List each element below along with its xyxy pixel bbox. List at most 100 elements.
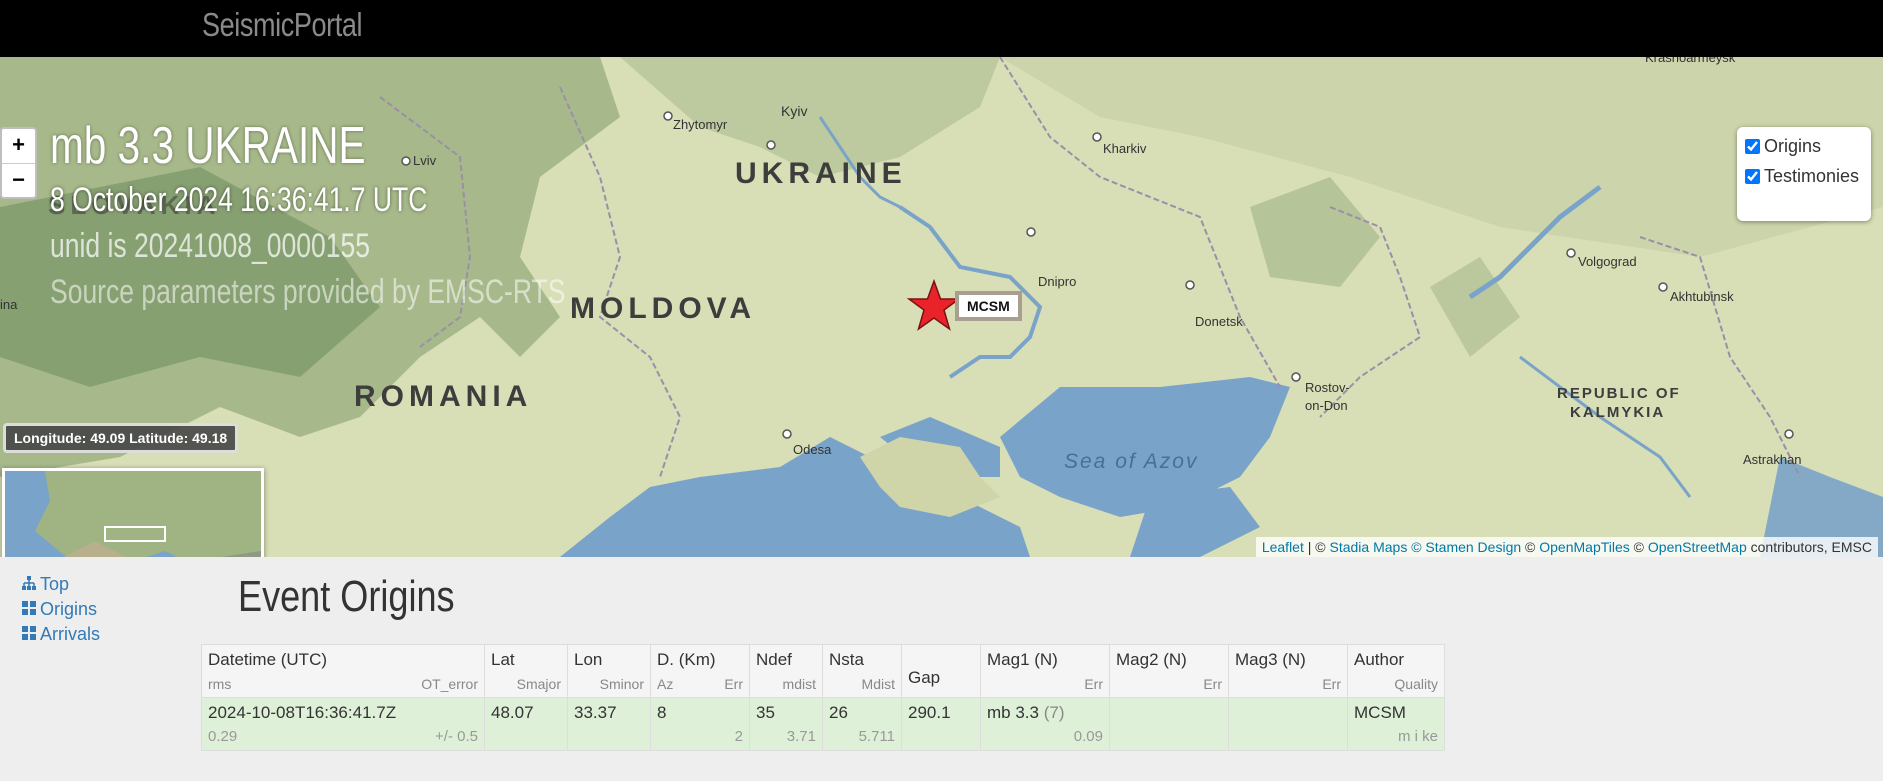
brand-link[interactable]: SeismicPortal xyxy=(202,6,363,44)
map-label-kyiv: Kyiv xyxy=(781,103,808,119)
cell-lat: 48.07 xyxy=(484,697,568,751)
openstreetmap-link[interactable]: OpenStreetMap xyxy=(1648,539,1747,555)
header-mag1-err: Err xyxy=(1084,676,1103,692)
cell-ndef: 35 3.71 xyxy=(749,697,823,751)
cell-mag1: mb 3.3 (7) 0.09 xyxy=(980,697,1110,751)
mouse-coordinates: Longitude: 49.09 Latitude: 49.18 xyxy=(3,423,239,453)
value-gap: 290.1 xyxy=(908,703,951,722)
map-label-odesa: Odesa xyxy=(793,442,832,457)
section-title: Event Origins xyxy=(238,572,455,621)
col-lon: Lon Sminor xyxy=(567,644,651,698)
header-mag1: Mag1 (N) xyxy=(987,650,1058,669)
grid-icon xyxy=(22,626,36,640)
origins-label: Origins xyxy=(1764,136,1822,156)
header-lon: Lon xyxy=(574,650,603,669)
side-navigation: Top Origins Arrivals xyxy=(21,572,100,647)
header-mdist-max: Mdist xyxy=(861,676,895,692)
event-header: mb 3.3 UKRAINE 8 October 2024 16:36:41.7… xyxy=(50,115,565,315)
value-mdist-max: 5.711 xyxy=(858,728,895,745)
epicenter-agency-label: MCSM xyxy=(955,291,1022,321)
sitemap-icon xyxy=(22,576,36,590)
cell-gap: 290.1 xyxy=(901,697,981,751)
value-depth: 8 xyxy=(657,703,667,722)
value-mag1: mb 3.3 xyxy=(987,703,1039,722)
map-label-krasnoarmeysk: Krasnoarmeysk xyxy=(1645,57,1736,65)
map-label-zhytomyr: Zhytomyr xyxy=(673,117,728,132)
nav-origins[interactable]: Origins xyxy=(21,597,100,622)
layer-control: Origins Testimonies xyxy=(1737,127,1871,221)
table-row[interactable]: 2024-10-08T16:36:41.7Z 0.29 +/- 0.5 48.07 … xyxy=(201,697,1445,751)
map-label-ina: ina xyxy=(0,297,18,312)
event-title: mb 3.3 UKRAINE xyxy=(50,117,366,175)
header-mag2-err: Err xyxy=(1203,676,1222,692)
value-mdist: 3.71 xyxy=(786,728,816,745)
origins-checkbox[interactable] xyxy=(1745,139,1760,154)
cell-nsta: 26 5.711 xyxy=(822,697,902,751)
col-nsta: Nsta Mdist xyxy=(822,644,902,698)
attrib-sep: © xyxy=(1629,539,1648,555)
leaflet-link[interactable]: Leaflet xyxy=(1262,539,1304,555)
header-mag3-err: Err xyxy=(1322,676,1341,692)
attrib-sep: | © xyxy=(1303,539,1330,555)
header-sub: Az Err xyxy=(657,674,743,697)
epicenter-star-icon[interactable] xyxy=(906,279,962,335)
value-depth-err: 2 xyxy=(734,728,743,745)
minimap-tiles xyxy=(5,471,261,557)
header-ot-error: OT_error xyxy=(421,676,478,692)
event-datetime: 8 October 2024 16:36:41.7 UTC xyxy=(50,181,428,219)
value-ot-error: +/- 0.5 xyxy=(435,728,478,745)
event-map[interactable]: UKRAINE MOLDOVA ROMANIA SLOVAKIA REPUBLI… xyxy=(0,57,1883,557)
map-label-astrakhan: Astrakhan xyxy=(1743,452,1802,467)
nav-origins-label: Origins xyxy=(40,599,98,619)
header-nsta: Nsta xyxy=(829,650,864,669)
header-mag3: Mag3 (N) xyxy=(1235,650,1306,669)
header-lat: Lat xyxy=(491,650,515,669)
cell-author: MCSM m i ke xyxy=(1347,697,1445,751)
cell-lon: 33.37 xyxy=(567,697,651,751)
layer-origins[interactable]: Origins xyxy=(1745,135,1871,157)
map-label-donetsk: Donetsk xyxy=(1195,314,1243,329)
zoom-in-button[interactable]: + xyxy=(2,129,35,163)
header-smajor: Smajor xyxy=(516,676,561,692)
value-rms: 0.29 xyxy=(208,728,238,745)
col-gap: Gap xyxy=(901,644,981,698)
stamen-link[interactable]: © Stamen Design xyxy=(1411,539,1521,555)
openmaptiles-link[interactable]: OpenMapTiles xyxy=(1539,539,1630,555)
attrib-sep: © xyxy=(1521,539,1540,555)
value-author: MCSM xyxy=(1354,703,1406,722)
stadia-link[interactable]: Stadia Maps xyxy=(1330,539,1408,555)
header-gap: Gap xyxy=(908,668,941,687)
testimonies-checkbox[interactable] xyxy=(1745,169,1760,184)
header-mdist: mdist xyxy=(782,676,816,692)
col-depth: D. (Km) Az Err xyxy=(650,644,750,698)
value-lon: 33.37 xyxy=(574,703,617,722)
map-label-sea-of-azov: Sea of Azov xyxy=(1064,450,1199,473)
value-quality: m i ke xyxy=(1397,728,1438,745)
map-label-volgograd: Volgograd xyxy=(1578,254,1637,269)
map-label-kharkiv: Kharkiv xyxy=(1103,141,1147,156)
header-datetime: Datetime (UTC) xyxy=(208,650,328,669)
event-source: Source parameters provided by EMSC-RTS xyxy=(50,273,566,311)
map-label-romania: ROMANIA xyxy=(354,380,533,413)
overview-minimap[interactable] xyxy=(2,468,264,557)
zoom-out-button[interactable]: − xyxy=(2,163,35,198)
cell-mag2 xyxy=(1109,697,1229,751)
testimonies-label: Testimonies xyxy=(1764,166,1860,186)
nav-arrivals[interactable]: Arrivals xyxy=(21,622,100,647)
layer-testimonies[interactable]: Testimonies xyxy=(1745,165,1871,187)
value-mag1-n: (7) xyxy=(1043,703,1065,722)
origins-table: Datetime (UTC) rms OT_error Lat Smajor Lon S… xyxy=(201,644,1445,751)
map-label-rostov-2: on-Don xyxy=(1305,398,1348,413)
nav-arrivals-label: Arrivals xyxy=(40,624,101,644)
header-sub: rms OT_error xyxy=(208,674,478,697)
map-label-moldova: MOLDOVA xyxy=(570,292,757,325)
col-mag1: Mag1 (N) Err xyxy=(980,644,1110,698)
attrib-tail: contributors, EMSC xyxy=(1746,539,1872,555)
grid-icon xyxy=(22,601,36,615)
col-mag3: Mag3 (N) Err xyxy=(1228,644,1348,698)
header-sminor: Sminor xyxy=(599,676,644,692)
event-unid: unid is 20241008_0000155 xyxy=(50,227,371,265)
col-ndef: Ndef mdist xyxy=(749,644,823,698)
nav-top[interactable]: Top xyxy=(21,572,100,597)
value-nsta: 26 xyxy=(829,703,848,722)
